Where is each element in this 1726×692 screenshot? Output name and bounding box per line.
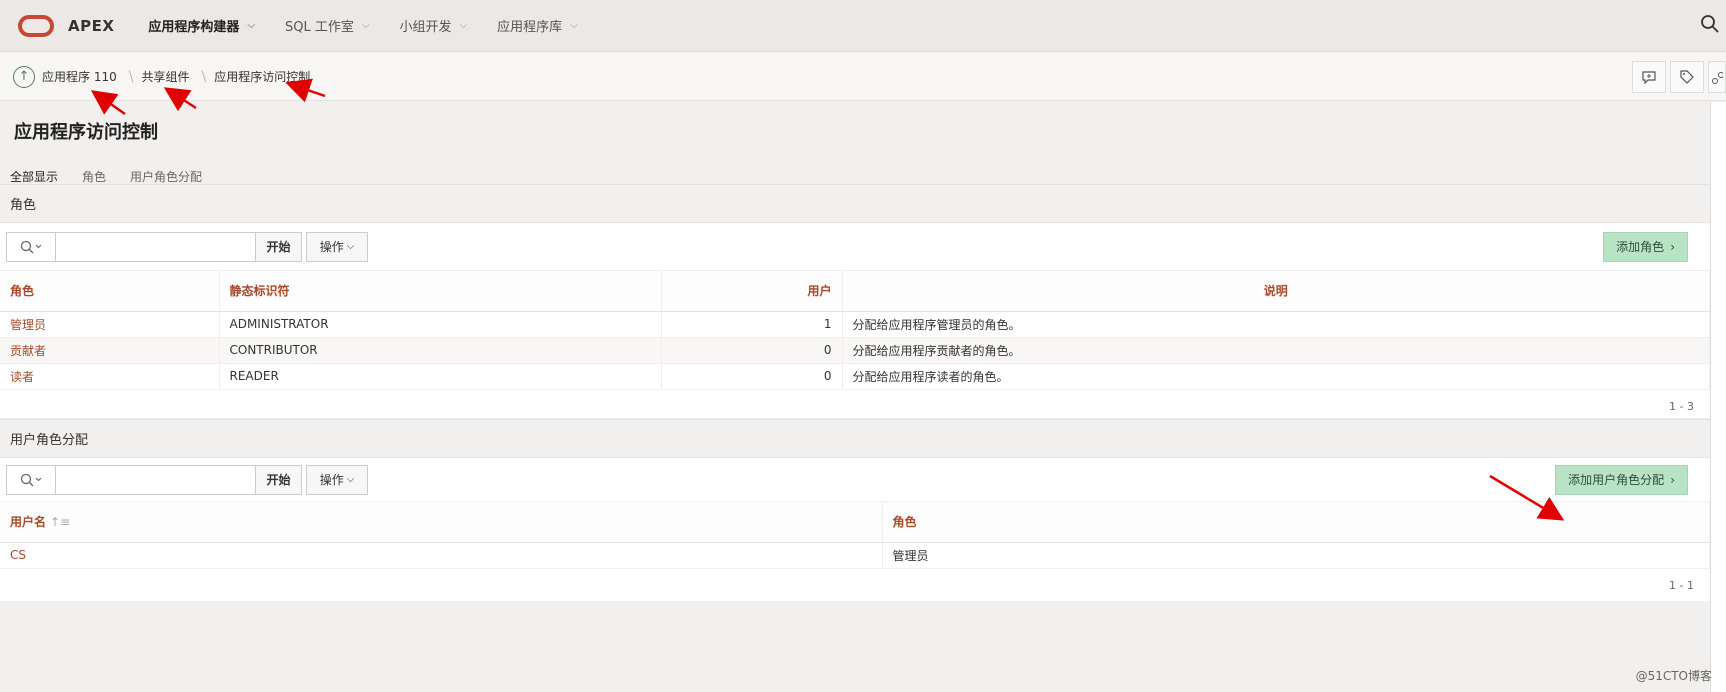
column-header-description[interactable]: 说明 (842, 271, 1710, 312)
main-menu: 应用程序构建器 ⌵ SQL 工作室 ⌵ 小组开发 ⌵ 应用程序库 ⌵ (148, 16, 607, 35)
table-row: 读者 READER 0 分配给应用程序读者的角色。 (0, 363, 1710, 390)
main-content: 应用程序访问控制 全部显示 角色 用户角色分配 角色 开始 操作 ⌵ 添加角色 › … (0, 102, 1710, 692)
menu-app-gallery[interactable]: 应用程序库 ⌵ (497, 16, 578, 35)
search-icon (20, 473, 42, 486)
help-panel-text-fragment (1711, 102, 1726, 116)
top-navigation: APEX 应用程序构建器 ⌵ SQL 工作室 ⌵ 小组开发 ⌵ 应用程序库 ⌵ (0, 0, 1726, 52)
static-id-cell: ADMINISTRATOR (219, 311, 662, 338)
breadcrumb-separator: \ (201, 68, 207, 85)
table-row: CS 管理员 (0, 542, 1710, 569)
role-link[interactable]: 管理员 (0, 311, 220, 338)
page-tools (1628, 61, 1726, 93)
breadcrumb: ↑ 应用程序 110 \ 共享组件 \ 应用程序访问控制 (0, 53, 1726, 101)
region-title: 角色 (0, 185, 1710, 223)
search-icon (20, 240, 42, 253)
breadcrumb-application[interactable]: 应用程序 110 (42, 68, 117, 85)
assignments-table: 用户名 ↑≡ 角色 CS 管理员 (0, 502, 1710, 569)
search-column-button[interactable] (6, 231, 56, 262)
assignments-search-input[interactable] (56, 464, 256, 495)
breadcrumb-shared-components[interactable]: 共享组件 (141, 68, 189, 85)
roles-search-input[interactable] (56, 231, 256, 262)
tag-icon[interactable] (1670, 61, 1704, 93)
button-label: 操作 (319, 473, 344, 487)
menu-app-builder[interactable]: 应用程序构建器 ⌵ (148, 16, 255, 35)
share-icon[interactable] (1708, 61, 1726, 93)
chevron-right-icon: › (1670, 472, 1675, 487)
breadcrumb-access-control[interactable]: 应用程序访问控制 (214, 68, 310, 85)
arrow-up-icon[interactable]: ↑ (13, 65, 35, 88)
button-label: 添加角色 (1616, 240, 1665, 254)
table-row: 管理员 ADMINISTRATOR 1 分配给应用程序管理员的角色。 (0, 311, 1710, 338)
column-header-static-id[interactable]: 静态标识符 (219, 271, 662, 312)
sort-ascending-icon: ↑≡ (50, 515, 71, 530)
column-header-users[interactable]: 用户 (661, 271, 843, 312)
table-row: 贡献者 CONTRIBUTOR 0 分配给应用程序贡献者的角色。 (0, 337, 1710, 364)
username-link[interactable]: CS (0, 542, 883, 569)
breadcrumb-separator: \ (128, 68, 134, 85)
search-icon[interactable] (1700, 14, 1720, 39)
role-cell: 管理员 (882, 542, 1710, 569)
apex-logo-text[interactable]: APEX (68, 17, 114, 35)
description-cell: 分配给应用程序读者的角色。 (842, 363, 1710, 390)
chevron-down-icon: ⌵ (346, 474, 355, 485)
column-header-username[interactable]: 用户名 ↑≡ (0, 502, 883, 543)
menu-label: 小组开发 (399, 20, 452, 35)
roles-region: 角色 开始 操作 ⌵ 添加角色 › 角色 静态标识符 用户 说明 管理员 ADM… (0, 184, 1710, 418)
chevron-down-icon: ⌵ (247, 20, 256, 31)
assignments-toolbar: 开始 操作 ⌵ 添加用户角色分配 › (0, 458, 1710, 502)
oracle-logo-icon[interactable] (18, 14, 54, 37)
column-header-role[interactable]: 角色 (882, 502, 1710, 543)
user-role-assignments-region: 用户角色分配 开始 操作 ⌵ 添加用户角色分配 › 用户名 ↑≡ 角色 CS 管理员 (0, 419, 1710, 601)
add-user-role-assignment-button[interactable]: 添加用户角色分配 › (1555, 464, 1688, 495)
users-cell: 1 (661, 311, 843, 338)
roles-go-button[interactable]: 开始 (256, 231, 302, 262)
roles-toolbar: 开始 操作 ⌵ 添加角色 › (0, 223, 1710, 271)
role-link[interactable]: 读者 (0, 363, 220, 390)
assignments-pagination: 1 - 1 (1669, 579, 1694, 592)
roles-table: 角色 静态标识符 用户 说明 管理员 ADMINISTRATOR 1 分配给应用… (0, 271, 1710, 390)
menu-label: 应用程序构建器 (148, 20, 240, 35)
watermark: @51CTO博客 (1635, 669, 1712, 683)
menu-label: 应用程序库 (497, 20, 563, 35)
right-help-panel (1710, 102, 1726, 692)
static-id-cell: CONTRIBUTOR (219, 337, 662, 364)
assignments-go-button[interactable]: 开始 (256, 464, 302, 495)
chevron-down-icon: ⌵ (570, 20, 578, 31)
add-role-button[interactable]: 添加角色 › (1603, 231, 1688, 262)
static-id-cell: READER (219, 363, 662, 390)
chevron-down-icon: ⌵ (459, 20, 468, 31)
menu-sql-workshop[interactable]: SQL 工作室 ⌵ (285, 16, 369, 35)
users-cell: 0 (661, 363, 843, 390)
menu-team-development[interactable]: 小组开发 ⌵ (400, 16, 468, 35)
menu-label: SQL 工作室 (285, 20, 354, 35)
button-label: 操作 (319, 240, 344, 254)
column-header-role[interactable]: 角色 (0, 271, 220, 312)
roles-actions-button[interactable]: 操作 ⌵ (306, 231, 368, 262)
search-column-button[interactable] (6, 464, 56, 495)
description-cell: 分配给应用程序贡献者的角色。 (842, 337, 1710, 364)
chevron-down-icon: ⌵ (346, 241, 355, 252)
region-title: 用户角色分配 (0, 420, 1710, 458)
chevron-right-icon: › (1670, 239, 1675, 254)
users-cell: 0 (661, 337, 843, 364)
button-label: 添加用户角色分配 (1568, 473, 1665, 487)
feedback-icon[interactable] (1632, 61, 1666, 93)
column-label: 用户名 (10, 515, 47, 530)
role-link[interactable]: 贡献者 (0, 337, 220, 364)
description-cell: 分配给应用程序管理员的角色。 (842, 311, 1710, 338)
chevron-down-icon: ⌵ (361, 20, 370, 31)
assignments-actions-button[interactable]: 操作 ⌵ (306, 464, 368, 495)
page-title: 应用程序访问控制 (14, 122, 158, 143)
